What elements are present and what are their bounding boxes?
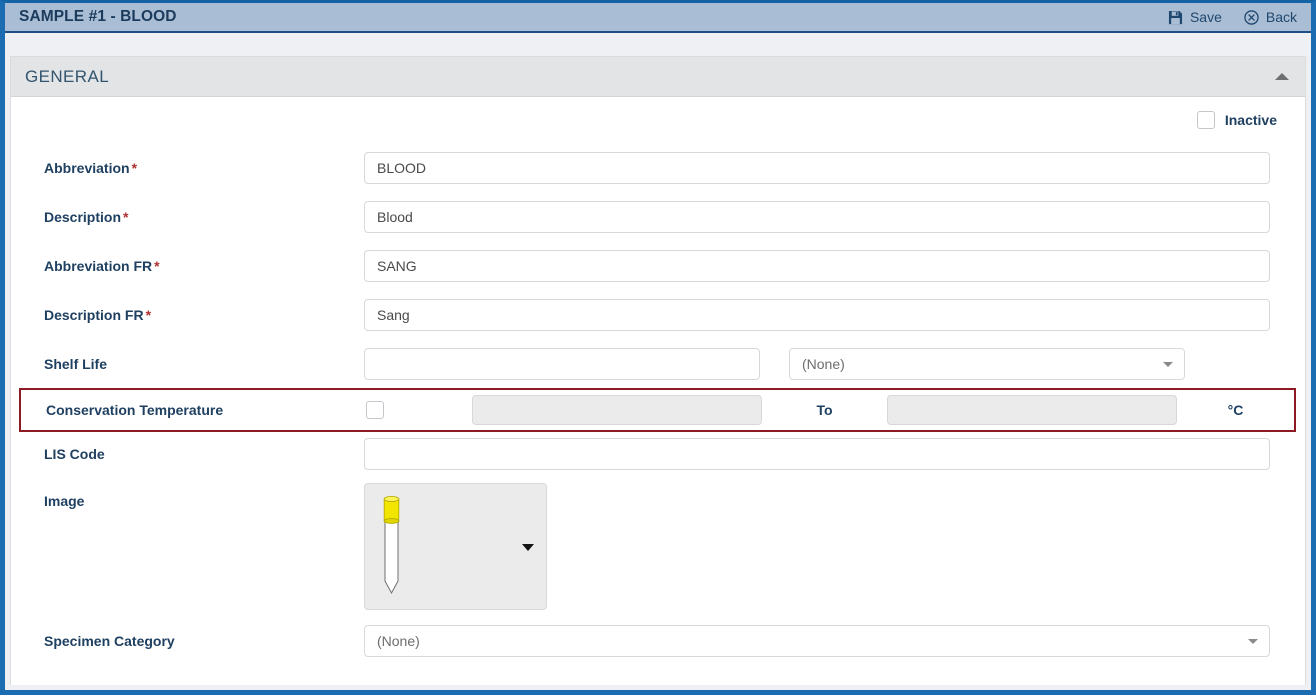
row-specimen-category: Specimen Category (None): [11, 616, 1305, 665]
conservation-temperature-checkbox[interactable]: [366, 401, 384, 419]
row-abbreviation: Abbreviation *: [11, 143, 1305, 192]
description-fr-label-text: Description FR: [44, 306, 144, 323]
description-fr-label: Description FR *: [44, 307, 364, 323]
shelf-life-label: Shelf Life: [44, 355, 108, 372]
specimen-category-select[interactable]: (None): [364, 624, 1270, 657]
shelf-life-unit-value: (None): [802, 355, 845, 372]
window-title-bar: SAMPLE #1 - BLOOD Save Back: [5, 3, 1311, 33]
chevron-down-icon: [1248, 638, 1258, 644]
abbreviation-fr-required-marker: *: [154, 257, 160, 274]
row-image: Image: [11, 476, 1305, 616]
inactive-row: Inactive: [11, 97, 1305, 143]
abbreviation-fr-input[interactable]: [364, 249, 1270, 282]
description-label: Description *: [44, 209, 364, 225]
specimen-category-value: (None): [377, 632, 420, 649]
conservation-temperature-to-input[interactable]: [887, 395, 1177, 425]
lis-code-input[interactable]: [364, 438, 1270, 470]
test-tube-yellow-cap-icon: [381, 493, 402, 606]
image-picker[interactable]: [364, 483, 547, 610]
row-lis-code: LIS Code: [11, 432, 1305, 476]
general-form: Abbreviation* Description* Abbreviation …: [11, 143, 1305, 683]
circle-x-icon: [1244, 9, 1259, 25]
shelf-life-input[interactable]: [364, 347, 760, 380]
abbreviation-fr-label-text: Abbreviation FR: [44, 257, 153, 274]
description-required-marker: *: [123, 208, 129, 225]
abbreviation-required-marker: *: [131, 159, 138, 176]
row-abbreviation-fr: Abbreviation FR *: [11, 241, 1305, 290]
save-button[interactable]: Save: [1168, 9, 1222, 25]
title-bar-actions: Save Back: [1168, 9, 1297, 25]
abbreviation-label-text: Abbreviation: [44, 159, 130, 176]
description-fr-input[interactable]: [364, 298, 1270, 331]
lis-code-label: LIS Code: [44, 446, 105, 462]
caret-up-icon[interactable]: [1275, 73, 1289, 80]
chevron-down-icon: [1163, 361, 1173, 367]
row-description: Description *: [11, 192, 1305, 241]
inactive-checkbox[interactable]: [1196, 111, 1215, 129]
conservation-temperature-unit-label: °C: [1227, 402, 1244, 418]
row-shelf-life: Shelf Life (None): [11, 339, 1305, 388]
back-button-label: Back: [1265, 9, 1297, 25]
conservation-temperature-checkbox-wrap: [366, 401, 472, 419]
description-input[interactable]: [364, 200, 1270, 233]
abbreviation-label: Abbreviation *: [44, 160, 364, 176]
general-panel-title: GENERAL: [25, 66, 110, 86]
conservation-temperature-from-input[interactable]: [472, 395, 762, 425]
row-description-fr: Description FR *: [11, 290, 1305, 339]
general-panel-body: Inactive Abbreviation* Description*: [11, 97, 1305, 685]
abbreviation-fr-label: Abbreviation FR *: [44, 258, 364, 274]
general-panel: GENERAL Inactive Abbreviation * BLOOD De…: [10, 56, 1306, 685]
abbreviation-input[interactable]: [364, 151, 1270, 184]
caret-down-icon: [522, 543, 534, 551]
save-button-label: Save: [1189, 9, 1222, 25]
conservation-temperature-label: Conservation Temperature: [46, 402, 224, 418]
shelf-life-unit-select[interactable]: (None): [789, 347, 1185, 380]
form-bottom-spacer: [11, 665, 1305, 683]
application-window: SAMPLE #1 - BLOOD Save Back GENERAL Inac…: [0, 0, 1316, 695]
specimen-category-label: Specimen Category: [44, 632, 175, 649]
description-fr-required-marker: *: [145, 306, 152, 323]
page-title: SAMPLE #1 - BLOOD: [19, 8, 177, 25]
inactive-label: Inactive: [1224, 112, 1277, 128]
save-floppy-icon: [1168, 10, 1183, 25]
description-label-text: Description: [44, 208, 122, 225]
back-button[interactable]: Back: [1244, 9, 1297, 25]
conservation-temperature-to-label: To: [816, 402, 833, 418]
general-panel-header[interactable]: GENERAL: [11, 57, 1305, 97]
image-label: Image: [44, 493, 85, 509]
row-conservation-temperature: Conservation Temperature To °C: [19, 388, 1296, 432]
